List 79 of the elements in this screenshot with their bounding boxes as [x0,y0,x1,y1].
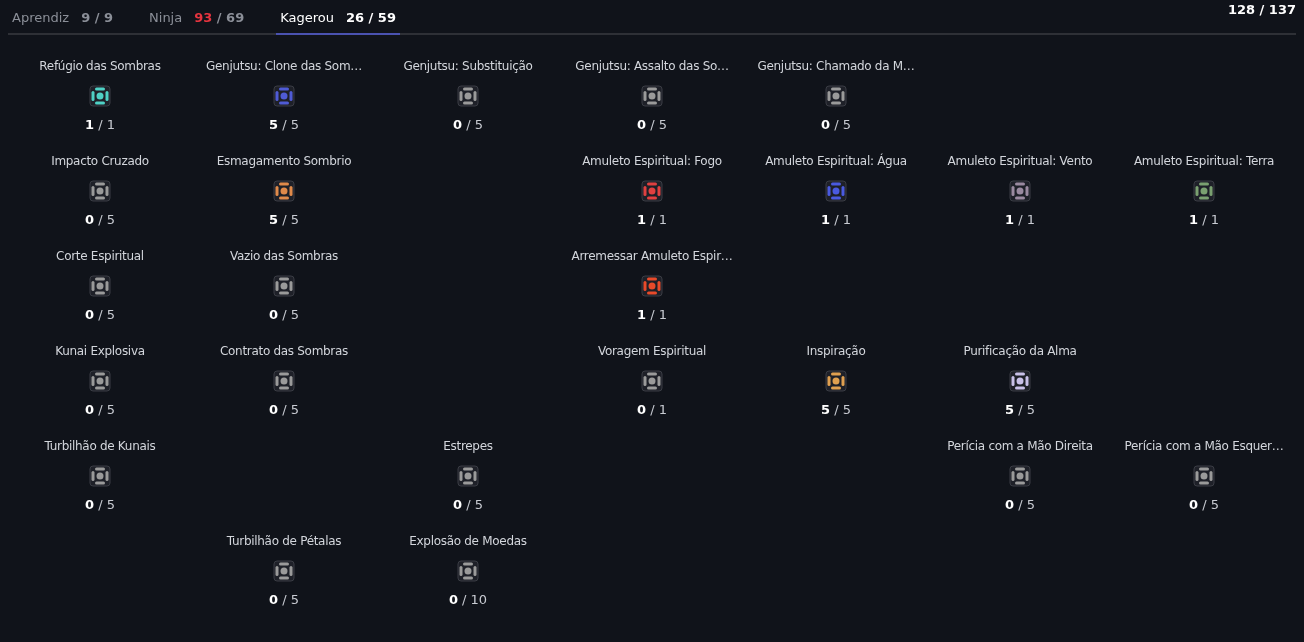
skill-card[interactable]: Vazio das Sombras 0 / 5 [192,247,376,342]
skill-points: 0 / 5 [85,496,115,514]
skill-name: Turbilhão de Pétalas [226,533,342,550]
skill-card[interactable]: Genjutsu: Clone das Som… 5 / 5 [192,57,376,152]
skill-name: Voragem Espiritual [597,343,707,360]
skill-points: 1 / 1 [85,116,115,134]
skill-name: Refúgio das Sombras [39,58,161,75]
skill-card[interactable]: Turbilhão de Pétalas 0 / 5 [192,532,376,627]
skill-card[interactable]: Genjutsu: Substituição 0 / 5 [376,57,560,152]
skill-points: 5 / 5 [1005,401,1035,419]
skill-card[interactable]: Perícia com a Mão Esquer… 0 / 5 [1112,437,1296,532]
skill-points: 0 / 10 [448,591,488,609]
tab[interactable]: Kagerou 26 / 59 [276,2,400,35]
total-points: 128 / 137 [1227,0,1296,19]
skill-points: 0 / 5 [637,116,667,134]
tab[interactable]: Ninja 93 / 69 [145,2,249,35]
skill-card[interactable]: Turbilhão de Kunais 0 / 5 [8,437,192,532]
skill-points: 0 / 5 [453,116,483,134]
skill-card[interactable]: Contrato das Sombras 0 / 5 [192,342,376,437]
skill-points: 0 / 5 [85,401,115,419]
skill-card[interactable]: Estrepes 0 / 5 [376,437,560,532]
skill-points: 1 / 1 [1005,211,1035,229]
skill-name: Genjutsu: Chamado da M… [757,58,915,75]
skill-name: Genjutsu: Substituição [403,58,533,75]
skill-card[interactable]: Corte Espiritual 0 / 5 [8,247,192,342]
skill-card[interactable]: Amuleto Espiritual: Fogo 1 / 1 [560,152,744,247]
skill-points: 1 / 1 [1189,211,1219,229]
skill-points: 0 / 5 [269,591,299,609]
skill-name: Vazio das Sombras [229,248,339,265]
skill-points: 5 / 5 [269,211,299,229]
skill-name: Turbilhão de Kunais [44,438,156,455]
skill-name: Explosão de Moedas [409,533,527,550]
skill-name: Arremessar Amuleto Espir… [571,248,733,265]
skill-name: Estrepes [443,438,493,455]
skill-points: 5 / 5 [821,401,851,419]
skill-card[interactable]: Genjutsu: Chamado da M… 0 / 5 [744,57,928,152]
skill-card[interactable]: Amuleto Espiritual: Água 1 / 1 [744,152,928,247]
skill-points: 1 / 1 [637,306,667,324]
skill-name: Genjutsu: Clone das Som… [206,58,362,75]
skill-card[interactable]: Refúgio das Sombras 1 / 1 [8,57,192,152]
skill-name: Perícia com a Mão Esquer… [1124,438,1284,455]
skill-name: Contrato das Sombras [220,343,348,360]
skill-points: 0 / 5 [85,306,115,324]
skill-card[interactable]: Amuleto Espiritual: Vento 1 / 1 [928,152,1112,247]
tab[interactable]: Aprendiz 9 / 9 [8,2,118,35]
skill-card[interactable]: Arremessar Amuleto Espir… 1 / 1 [560,247,744,342]
skill-points: 0 / 5 [821,116,851,134]
skill-points: 0 / 1 [637,401,667,419]
skill-points: 0 / 5 [269,306,299,324]
skill-name: Genjutsu: Assalto das So… [575,58,729,75]
skill-points: 5 / 5 [269,116,299,134]
skill-card[interactable]: Genjutsu: Assalto das So… 0 / 5 [560,57,744,152]
skill-points: 0 / 5 [85,211,115,229]
skill-name: Esmagamento Sombrio [216,153,352,170]
skill-card[interactable]: Voragem Espiritual 0 / 1 [560,342,744,437]
skill-card[interactable]: Inspiração 5 / 5 [744,342,928,437]
skill-points: 0 / 5 [1005,496,1035,514]
skill-points: 0 / 5 [269,401,299,419]
skill-name: Amuleto Espiritual: Água [765,152,907,170]
skill-name: Corte Espiritual [56,248,144,265]
skill-card[interactable]: Amuleto Espiritual: Terra 1 / 1 [1112,152,1296,247]
skill-card[interactable]: Esmagamento Sombrio 5 / 5 [192,152,376,247]
skill-name: Inspiração [806,343,866,360]
skill-points: 1 / 1 [637,211,667,229]
skill-name: Amuleto Espiritual: Terra [1133,153,1275,170]
skill-points: 1 / 1 [821,211,851,229]
skill-points: 0 / 5 [1189,496,1219,514]
skill-card[interactable]: Explosão de Moedas 0 / 10 [376,532,560,627]
skill-name: Amuleto Espiritual: Fogo [582,153,722,170]
skill-name: Purificação da Alma [963,343,1077,360]
skill-card[interactable]: Impacto Cruzado 0 / 5 [8,152,192,247]
skill-name: Kunai Explosiva [55,343,145,360]
skill-points: 0 / 5 [453,496,483,514]
skill-name: Perícia com a Mão Direita [947,438,1093,455]
skill-card[interactable]: Perícia com a Mão Direita 0 / 5 [928,437,1112,532]
skill-card[interactable]: Kunai Explosiva 0 / 5 [8,342,192,437]
skill-name: Amuleto Espiritual: Vento [947,153,1093,170]
skill-card[interactable]: Purificação da Alma 5 / 5 [928,342,1112,437]
skill-name: Impacto Cruzado [51,153,149,170]
